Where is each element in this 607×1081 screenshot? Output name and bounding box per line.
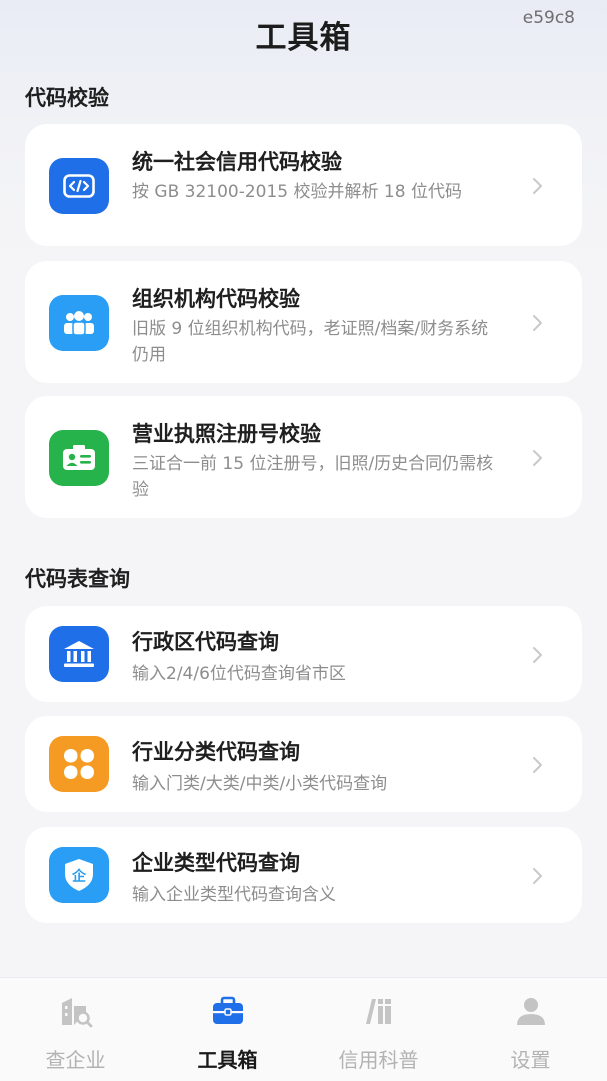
- tab-search-company[interactable]: 查企业: [0, 978, 151, 1081]
- card-desc: 按 GB 32100-2015 校验并解析 18 位代码: [132, 182, 462, 202]
- section-title-code-table-query: 代码表查询: [25, 567, 130, 591]
- chevron-right-icon: [533, 450, 542, 466]
- users-icon: [49, 295, 109, 351]
- card-region-code-query[interactable]: 行政区代码查询 输入2/4/6位代码查询省市区: [25, 606, 582, 702]
- card-industry-code-query[interactable]: 行业分类代码查询 输入门类/大类/中类/小类代码查询: [25, 716, 582, 812]
- card-credit-code-verify[interactable]: 统一社会信用代码校验 按 GB 32100-2015 校验并解析 18 位代码: [25, 124, 582, 246]
- chevron-right-icon: [533, 178, 542, 194]
- card-title: 营业执照注册号校验: [132, 422, 321, 446]
- chevron-right-icon: [533, 647, 542, 663]
- section-title-code-verify: 代码校验: [25, 86, 109, 110]
- chevron-right-icon: [533, 868, 542, 884]
- card-title: 企业类型代码查询: [132, 851, 300, 875]
- card-title: 组织机构代码校验: [132, 287, 300, 311]
- user-icon: [516, 998, 545, 1025]
- card-enterprise-type-query[interactable]: 企 企业类型代码查询 输入企业类型代码查询含义: [25, 827, 582, 923]
- tab-label: 设置: [510, 1048, 551, 1072]
- tab-label: 查企业: [45, 1048, 106, 1072]
- category-icon: [49, 736, 109, 792]
- tab-toolbox[interactable]: 工具箱: [152, 978, 303, 1081]
- card-desc: 旧版 9 位组织机构代码，老证照/档案/财务系统仍用: [132, 319, 489, 365]
- bottom-tab-bar: 查企业 工具箱 信用科普 设置: [0, 977, 607, 1081]
- header: 工具箱 e59c8: [0, 0, 607, 72]
- card-org-code-verify[interactable]: 组织机构代码校验 旧版 9 位组织机构代码，老证照/档案/财务系统仍用: [25, 261, 582, 383]
- card-desc: 三证合一前 15 位注册号，旧照/历史合同仍需核验: [132, 454, 494, 500]
- corner-code: e59c8: [522, 8, 575, 28]
- books-icon: [365, 999, 391, 1024]
- toolbox-icon: [212, 996, 243, 1024]
- card-desc: 输入2/4/6位代码查询省市区: [132, 664, 346, 684]
- chevron-right-icon: [533, 315, 542, 331]
- tab-credit-knowledge[interactable]: 信用科普: [303, 978, 454, 1081]
- tab-label: 信用科普: [338, 1048, 419, 1072]
- search-company-icon: [61, 998, 92, 1028]
- page-title: 工具箱: [255, 20, 352, 56]
- shield-glyph: 企: [71, 868, 87, 885]
- card-title: 统一社会信用代码校验: [132, 150, 342, 174]
- code-icon: [49, 158, 109, 214]
- government-icon: [49, 626, 109, 682]
- id-card-icon: [49, 430, 109, 486]
- card-desc: 输入门类/大类/中类/小类代码查询: [132, 774, 388, 794]
- card-license-no-verify[interactable]: 营业执照注册号校验 三证合一前 15 位注册号，旧照/历史合同仍需核验: [25, 396, 582, 518]
- tab-label: 工具箱: [197, 1048, 258, 1072]
- card-title: 行业分类代码查询: [132, 740, 300, 764]
- card-title: 行政区代码查询: [132, 630, 279, 654]
- tab-settings[interactable]: 设置: [455, 978, 606, 1081]
- chevron-right-icon: [533, 757, 542, 773]
- shield-enterprise-icon: 企: [49, 847, 109, 903]
- card-desc: 输入企业类型代码查询含义: [132, 885, 336, 905]
